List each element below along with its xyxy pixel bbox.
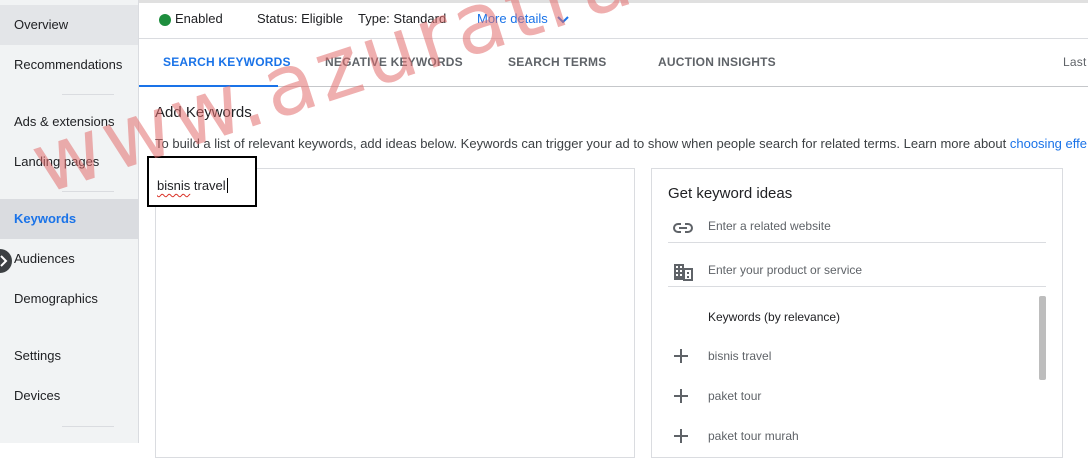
add-keywords-panel: Add Keywords To build a list of relevant…	[139, 88, 1088, 458]
keyword-entry-highlight[interactable]: bisnis travel	[147, 156, 257, 207]
tab-last[interactable]: Last	[1063, 39, 1086, 87]
keyword-entry-text: bisnis travel	[157, 178, 228, 193]
suggestions-scrollbar[interactable]	[1039, 296, 1046, 380]
keyword-ideas-panel: Get keyword ideas Enter a related websit…	[651, 168, 1063, 458]
tab-search-keywords[interactable]: SEARCH KEYWORDS	[139, 39, 290, 87]
sidebar-item-ads-extensions[interactable]: Ads & extensions	[0, 102, 138, 142]
keywords-description: To build a list of relevant keywords, ad…	[155, 136, 1087, 151]
related-website-placeholder: Enter a related website	[708, 219, 831, 233]
page-title: Add Keywords	[155, 104, 252, 121]
product-service-placeholder: Enter your product or service	[708, 263, 863, 277]
suggestion-label: paket tour	[708, 389, 762, 403]
status-dot-icon	[159, 14, 171, 26]
suggestion-item[interactable]: paket tour	[668, 377, 1028, 417]
status-enabled: Enabled	[175, 11, 223, 26]
product-service-input[interactable]: Enter your product or service	[668, 257, 1046, 287]
status-eligible: Status: Eligible	[257, 11, 343, 26]
sidebar-item-overview[interactable]: Overview	[0, 5, 138, 45]
choosing-keywords-link[interactable]: choosing effe	[1010, 136, 1087, 151]
suggestion-item[interactable]: paket tour murah	[668, 417, 1028, 457]
link-icon	[673, 223, 693, 233]
keyword-word-misspelled: bisnis	[157, 178, 191, 193]
keyword-tabs: SEARCH KEYWORDS NEGATIVE KEYWORDS SEARCH…	[139, 39, 1088, 87]
chevron-down-icon[interactable]	[557, 16, 569, 24]
suggestion-label: paket tour murah	[708, 429, 799, 443]
keyword-word: travel	[193, 178, 226, 193]
sidebar-divider	[62, 426, 114, 427]
campaign-status-bar: Enabled Status: Eligible Type: Standard …	[139, 0, 1088, 39]
sidebar: Overview Recommendations Ads & extension…	[0, 0, 139, 443]
tab-auction-insights[interactable]: AUCTION INSIGHTS	[658, 39, 776, 87]
sidebar-item-settings[interactable]: Settings	[0, 336, 138, 376]
description-text: To build a list of relevant keywords, ad…	[155, 136, 1010, 151]
sidebar-divider	[62, 191, 114, 192]
sidebar-item-landing-pages[interactable]: Landing pages	[0, 142, 138, 182]
campaign-type: Type: Standard	[358, 11, 447, 26]
suggestion-label: bisnis travel	[708, 349, 772, 363]
business-icon	[674, 264, 693, 281]
more-details-link[interactable]: More details	[477, 11, 548, 26]
sort-label: Keywords (by relevance)	[708, 310, 841, 324]
sidebar-item-devices[interactable]: Devices	[0, 376, 138, 416]
tab-negative-keywords[interactable]: NEGATIVE KEYWORDS	[325, 39, 463, 87]
add-icon[interactable]	[672, 387, 690, 405]
add-icon[interactable]	[672, 427, 690, 445]
sidebar-item-audiences[interactable]: Audiences	[0, 239, 138, 279]
related-website-input[interactable]: Enter a related website	[668, 213, 1046, 243]
tab-search-terms[interactable]: SEARCH TERMS	[508, 39, 606, 87]
sidebar-item-keywords[interactable]: Keywords	[0, 199, 138, 239]
keywords-textarea[interactable]	[155, 168, 635, 458]
text-cursor	[226, 178, 228, 193]
sidebar-item-demographics[interactable]: Demographics	[0, 279, 138, 319]
add-icon[interactable]	[672, 347, 690, 365]
sidebar-item-recommendations[interactable]: Recommendations	[0, 45, 138, 85]
chevron-right-icon	[0, 255, 8, 267]
sidebar-divider	[62, 94, 114, 95]
ideas-title: Get keyword ideas	[668, 185, 793, 202]
suggestion-item[interactable]: bisnis travel	[668, 337, 1028, 377]
